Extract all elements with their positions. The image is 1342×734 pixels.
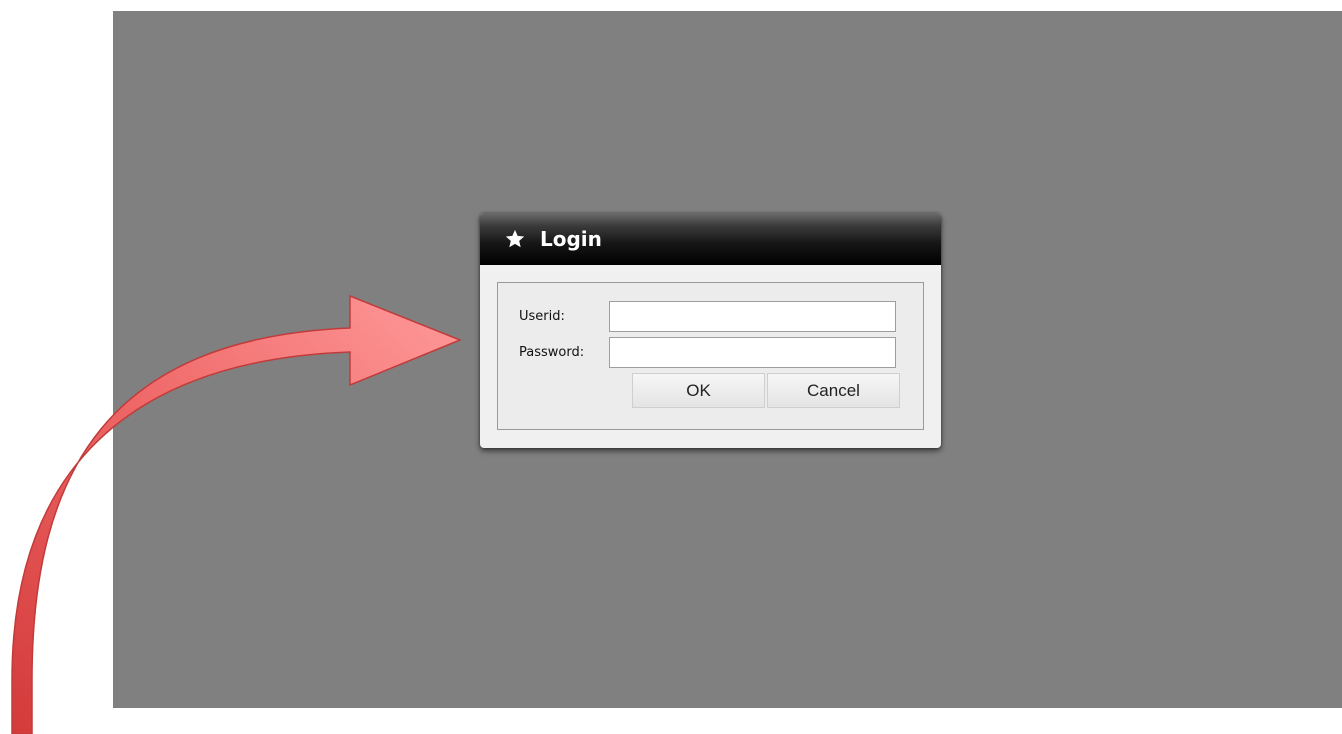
userid-input[interactable] — [609, 301, 896, 332]
login-form: Userid: Password: OK Cancel — [497, 282, 924, 430]
password-row: Password: — [498, 337, 923, 368]
star-icon — [504, 228, 526, 250]
cancel-button[interactable]: Cancel — [767, 373, 900, 408]
dialog-title: Login — [540, 227, 602, 251]
password-label: Password: — [519, 345, 585, 360]
dialog-titlebar[interactable]: Login — [480, 213, 941, 265]
ok-button[interactable]: OK — [632, 373, 765, 408]
login-dialog: Login Userid: Password: OK Cancel — [480, 213, 941, 448]
userid-row: Userid: — [498, 301, 923, 332]
userid-label: Userid: — [519, 309, 565, 324]
screen: Login Userid: Password: OK Cancel — [0, 0, 1342, 734]
password-input[interactable] — [609, 337, 896, 368]
